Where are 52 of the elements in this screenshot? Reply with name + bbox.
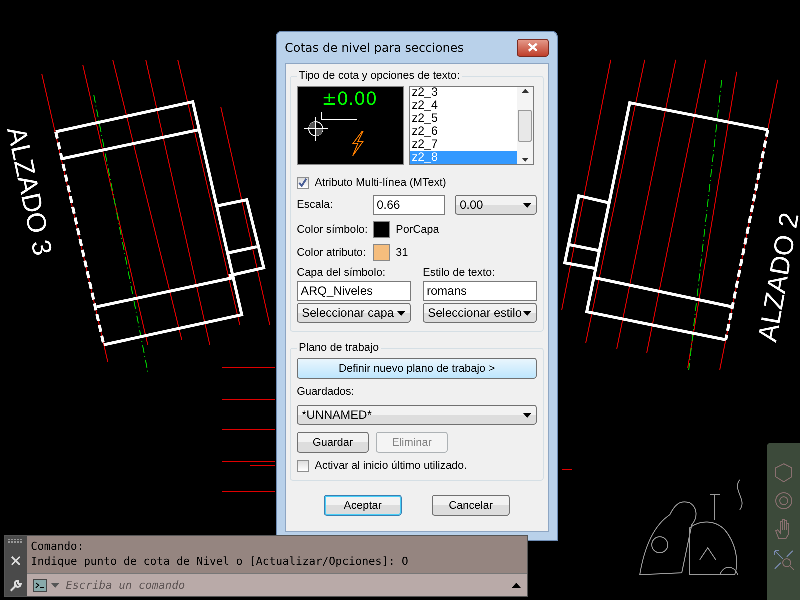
scrollbar[interactable] <box>517 87 533 164</box>
command-history-line: Indique punto de cota de Nivel o [Actualizar/Opciones]: O <box>31 554 410 569</box>
checkbox[interactable] <box>297 177 309 189</box>
elevation-label: ALZADO 2 <box>752 210 800 344</box>
dialog-button[interactable]: Cancelar <box>432 495 510 516</box>
zoom-icon[interactable] <box>772 549 794 571</box>
color-swatch[interactable] <box>373 244 390 261</box>
terminal-icon[interactable] <box>33 578 47 592</box>
define-plane-button[interactable]: Definir nuevo plano de trabajo > <box>297 358 537 379</box>
caret-icon <box>51 582 60 588</box>
checkbox-label: Activar al inicio último utilizado. <box>315 460 468 472</box>
style-list[interactable]: z2_3 z2_4 z2_5 z2_6 z2_7 z2_8 <box>409 86 534 165</box>
text-input[interactable]: ARQ_Niveles <box>297 281 411 301</box>
group-legend: Tipo de cota y opciones de texto: <box>297 70 462 82</box>
select-dropdown[interactable]: Seleccionar estilo <box>423 303 537 323</box>
elevation-label: ALZADO 3 <box>0 124 58 259</box>
text-input[interactable]: romans <box>423 281 537 301</box>
close-icon[interactable] <box>11 556 21 566</box>
group-legend: Plano de trabajo <box>297 342 382 354</box>
wrench-icon[interactable] <box>9 579 23 593</box>
field-label: Guardados: <box>297 386 356 398</box>
window-title: Cotas de nivel para secciones <box>285 40 464 54</box>
field-label: Estilo de texto: <box>423 267 496 279</box>
checkbox-label: Atributo Multi-línea (MText) <box>315 177 446 189</box>
history-arrow-icon[interactable] <box>512 582 521 588</box>
precision-dropdown[interactable]: 0.00 <box>455 195 537 215</box>
scroll-down-icon[interactable] <box>522 158 528 162</box>
command-input[interactable]: Escriba un comando <box>64 578 508 592</box>
saved-dropdown[interactable]: *UNNAMED* <box>297 405 537 425</box>
caret-icon <box>523 412 532 418</box>
caret-icon <box>523 202 532 208</box>
dialog-button[interactable]: Aceptar <box>324 495 402 516</box>
caret-icon <box>397 310 406 316</box>
close-button[interactable] <box>517 38 549 56</box>
close-icon <box>528 43 538 52</box>
field-label: Escala: <box>297 199 334 211</box>
action-button[interactable]: Guardar <box>297 432 369 453</box>
scale-input[interactable]: 0.66 <box>373 195 445 215</box>
command-line-field[interactable]: Escriba un comando <box>27 573 527 596</box>
select-dropdown[interactable]: Seleccionar capa <box>297 303 411 323</box>
color-swatch[interactable] <box>373 221 390 238</box>
checkbox[interactable] <box>297 460 309 472</box>
field-label: Capa del símbolo: <box>297 267 387 279</box>
scroll-up-icon[interactable] <box>522 89 528 93</box>
color-value: 31 <box>396 246 408 258</box>
caret-icon <box>523 310 532 316</box>
command-history-line: Comando: <box>31 539 85 554</box>
color-value: PorCapa <box>396 224 440 236</box>
grip-icon[interactable] <box>8 539 24 543</box>
preview-text: ±0.00 <box>322 89 378 110</box>
field-label: Color símbolo: <box>297 224 367 236</box>
field-label: Color atributo: <box>297 246 367 258</box>
